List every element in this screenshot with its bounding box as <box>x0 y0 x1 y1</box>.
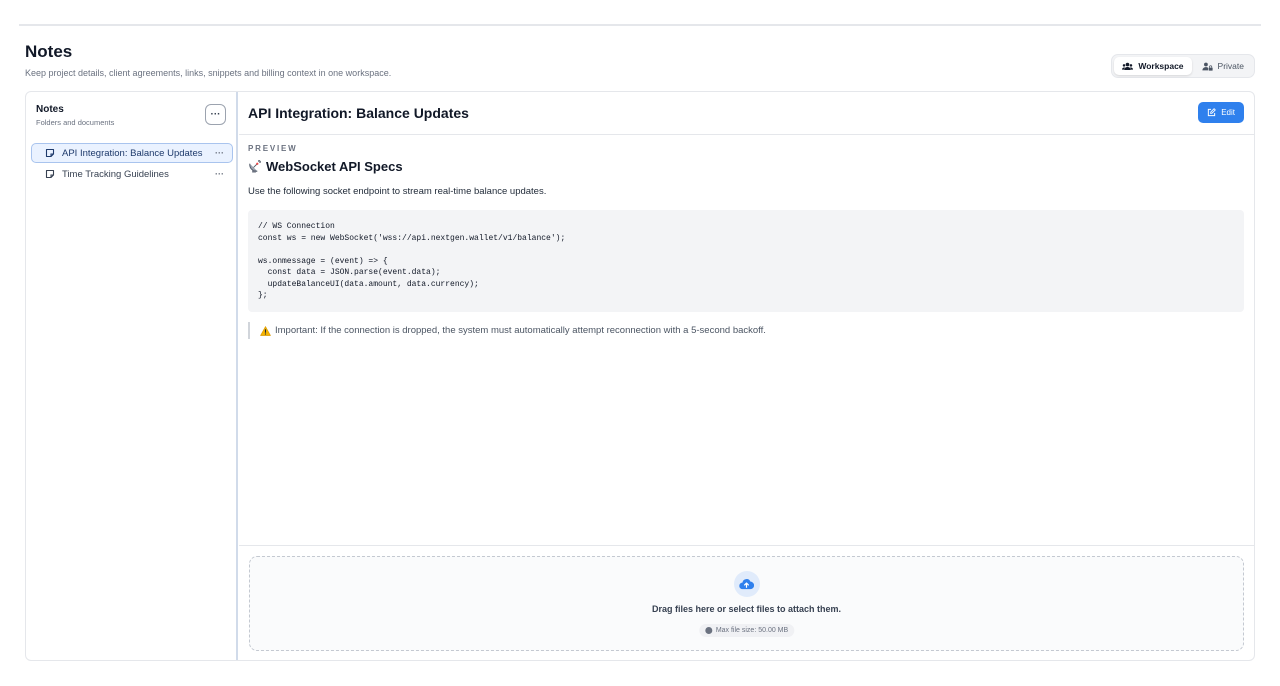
warning-icon <box>260 325 271 336</box>
edit-button-label: Edit <box>1221 108 1235 117</box>
note-title: API Integration: Balance Updates <box>248 105 469 121</box>
callout-text: Important: If the connection is dropped,… <box>275 325 766 336</box>
preview-paragraph: Use the following socket endpoint to str… <box>248 186 547 197</box>
edit-button[interactable]: Edit <box>1198 102 1244 123</box>
tree-item-time-tracking[interactable]: Time Tracking Guidelines ··· <box>31 164 233 184</box>
note-icon <box>45 169 55 179</box>
cloud-upload-icon <box>733 571 760 597</box>
notes-tree: API Integration: Balance Updates ··· Tim… <box>31 143 233 185</box>
note-icon <box>45 148 55 158</box>
preview-label: PREVIEW <box>248 144 298 153</box>
dropzone-text: Drag files here or select files to attac… <box>651 604 842 614</box>
page-subtitle: Keep project details, client agreements,… <box>25 68 392 78</box>
note-editor: API Integration: Balance Updates Edit PR… <box>239 92 1254 660</box>
top-divider <box>19 24 1261 26</box>
notes-panel: Notes Folders and documents ··· API Inte… <box>25 91 1255 661</box>
tree-item-more-button[interactable]: ··· <box>215 148 224 158</box>
private-toggle-button[interactable]: Private <box>1194 57 1252 75</box>
private-toggle-label: Private <box>1217 61 1244 71</box>
tree-item-more-button[interactable]: ··· <box>215 169 224 179</box>
user-lock-icon <box>1201 62 1213 71</box>
sidebar-title: Notes <box>36 104 64 115</box>
file-size-limit: Max file size: 50.00 MB <box>715 627 789 634</box>
preview-heading-text: WebSocket API Specs <box>266 159 403 174</box>
preview-heading: WebSocket API Specs <box>248 159 1244 174</box>
workspace-toggle-label: Workspace <box>1138 61 1184 71</box>
users-icon <box>1122 62 1134 70</box>
tree-item-label: API Integration: Balance Updates <box>62 147 203 159</box>
sidebar-header: Notes Folders and documents <box>36 104 114 127</box>
attachments-divider <box>239 545 1254 546</box>
tree-item-api-integration[interactable]: API Integration: Balance Updates ··· <box>31 143 233 163</box>
note-preview: PREVIEW WebSocket API Specs Use the foll… <box>248 144 1244 339</box>
scope-toggle: Workspace Private <box>1111 54 1255 78</box>
notes-sidebar: Notes Folders and documents ··· API Inte… <box>26 92 238 660</box>
sidebar-subtitle: Folders and documents <box>36 118 115 127</box>
edit-icon <box>1208 108 1216 117</box>
satellite-antenna-icon <box>249 160 261 173</box>
page-header: Notes Keep project details, client agree… <box>25 42 391 78</box>
callout-quote: Important: If the connection is dropped,… <box>248 322 1244 339</box>
info-icon <box>704 627 712 634</box>
code-block: // WS Connection const ws = new WebSocke… <box>248 210 1244 312</box>
sidebar-more-button[interactable]: ··· <box>205 104 226 125</box>
workspace-toggle-button[interactable]: Workspace <box>1114 57 1192 75</box>
file-size-badge: Max file size: 50.00 MB <box>698 624 795 637</box>
file-dropzone[interactable]: Drag files here or select files to attac… <box>249 556 1244 651</box>
tree-item-label: Time Tracking Guidelines <box>62 168 169 180</box>
page-title: Notes <box>25 42 73 61</box>
note-header: API Integration: Balance Updates Edit <box>239 92 1254 135</box>
